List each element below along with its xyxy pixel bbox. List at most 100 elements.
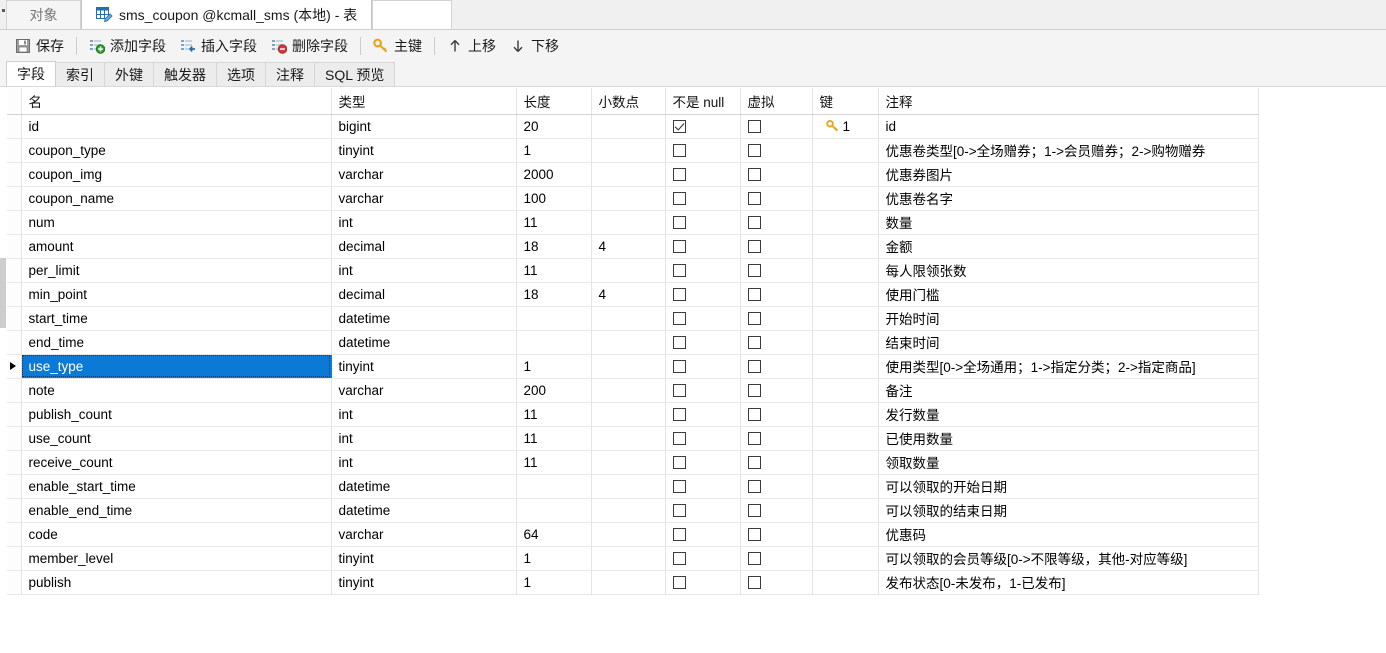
cell-field-name[interactable]: amount: [21, 234, 332, 259]
cell-field-decimals[interactable]: [591, 546, 666, 571]
move-up-button[interactable]: 上移: [440, 34, 503, 58]
cell-field-length[interactable]: 11: [516, 258, 592, 283]
cell-field-decimals[interactable]: [591, 162, 666, 187]
cell-field-type[interactable]: tinyint: [331, 138, 517, 163]
cell-not-null[interactable]: [665, 210, 741, 235]
row-gutter[interactable]: [7, 330, 22, 355]
table-row[interactable]: per_limit int 11 每人限领张数: [7, 258, 1259, 283]
cell-virtual[interactable]: [740, 306, 813, 331]
cell-key[interactable]: [812, 426, 879, 451]
checkbox-unchecked-icon[interactable]: [747, 504, 761, 518]
cell-not-null[interactable]: [665, 378, 741, 403]
cell-virtual[interactable]: [740, 354, 813, 379]
cell-virtual[interactable]: [740, 210, 813, 235]
cell-field-name[interactable]: use_type: [21, 354, 332, 379]
table-row[interactable]: start_time datetime 开始时间: [7, 306, 1259, 331]
cell-field-type[interactable]: decimal: [331, 282, 517, 307]
tab-options[interactable]: 选项: [216, 62, 266, 86]
checkbox-unchecked-icon[interactable]: [747, 480, 761, 494]
primary-key-button[interactable]: 主键: [366, 34, 429, 58]
tab-comment[interactable]: 注释: [265, 62, 315, 86]
tab-objects[interactable]: 对象: [6, 0, 81, 29]
cell-not-null[interactable]: [665, 186, 741, 211]
cell-not-null[interactable]: [665, 570, 741, 595]
cell-key[interactable]: [812, 186, 879, 211]
table-row[interactable]: coupon_img varchar 2000 优惠券图片: [7, 162, 1259, 187]
row-gutter[interactable]: [7, 162, 22, 187]
checkbox-unchecked-icon[interactable]: [672, 336, 686, 350]
cell-field-length[interactable]: [516, 474, 592, 499]
checkbox-unchecked-icon[interactable]: [672, 168, 686, 182]
cell-field-length[interactable]: 1: [516, 354, 592, 379]
cell-field-type[interactable]: varchar: [331, 186, 517, 211]
row-gutter[interactable]: [7, 546, 22, 571]
checkbox-unchecked-icon[interactable]: [747, 552, 761, 566]
cell-field-name[interactable]: min_point: [21, 282, 332, 307]
cell-comment[interactable]: id: [878, 114, 1259, 139]
cell-comment[interactable]: 优惠卷名字: [878, 186, 1259, 211]
checkbox-checked-icon[interactable]: [672, 120, 686, 134]
cell-comment[interactable]: 每人限领张数: [878, 258, 1259, 283]
cell-not-null[interactable]: [665, 450, 741, 475]
save-button[interactable]: 保存: [8, 34, 71, 58]
table-row[interactable]: receive_count int 11 领取数量: [7, 450, 1259, 475]
cell-field-decimals[interactable]: [591, 522, 666, 547]
column-header-name[interactable]: 名: [21, 88, 332, 115]
table-row[interactable]: publish_count int 11 发行数量: [7, 402, 1259, 427]
tab-indexes[interactable]: 索引: [55, 62, 105, 86]
checkbox-unchecked-icon[interactable]: [747, 576, 761, 590]
cell-field-name[interactable]: use_count: [21, 426, 332, 451]
cell-key[interactable]: [812, 522, 879, 547]
cell-virtual[interactable]: [740, 474, 813, 499]
checkbox-unchecked-icon[interactable]: [672, 408, 686, 422]
cell-virtual[interactable]: [740, 426, 813, 451]
cell-field-name[interactable]: receive_count: [21, 450, 332, 475]
table-row[interactable]: publish tinyint 1 发布状态[0-未发布，1-已发布]: [7, 570, 1259, 595]
cell-not-null[interactable]: [665, 546, 741, 571]
table-row[interactable]: member_level tinyint 1 可以领取的会员等级[0->不限等级，其他…: [7, 546, 1259, 571]
cell-field-length[interactable]: 200: [516, 378, 592, 403]
table-row[interactable]: num int 11 数量: [7, 210, 1259, 235]
checkbox-unchecked-icon[interactable]: [747, 144, 761, 158]
checkbox-unchecked-icon[interactable]: [747, 336, 761, 350]
cell-not-null[interactable]: [665, 306, 741, 331]
cell-field-length[interactable]: [516, 498, 592, 523]
tab-foreign-keys[interactable]: 外键: [104, 62, 154, 86]
cell-comment[interactable]: 可以领取的会员等级[0->不限等级，其他-对应等级]: [878, 546, 1259, 571]
cell-field-decimals[interactable]: [591, 498, 666, 523]
cell-field-type[interactable]: tinyint: [331, 354, 517, 379]
cell-not-null[interactable]: [665, 426, 741, 451]
table-row[interactable]: enable_start_time datetime 可以领取的开始日期: [7, 474, 1259, 499]
row-gutter[interactable]: [7, 474, 22, 499]
cell-field-length[interactable]: 2000: [516, 162, 592, 187]
cell-field-decimals[interactable]: [591, 378, 666, 403]
cell-comment[interactable]: 使用门槛: [878, 282, 1259, 307]
checkbox-unchecked-icon[interactable]: [672, 552, 686, 566]
cell-key[interactable]: [812, 162, 879, 187]
cell-field-length[interactable]: 1: [516, 546, 592, 571]
column-header-not-null[interactable]: 不是 null: [665, 88, 741, 115]
checkbox-unchecked-icon[interactable]: [672, 216, 686, 230]
cell-field-name[interactable]: publish: [21, 570, 332, 595]
cell-field-type[interactable]: varchar: [331, 162, 517, 187]
cell-virtual[interactable]: [740, 546, 813, 571]
cell-not-null[interactable]: [665, 474, 741, 499]
row-gutter[interactable]: [7, 210, 22, 235]
cell-key[interactable]: [812, 234, 879, 259]
checkbox-unchecked-icon[interactable]: [747, 240, 761, 254]
checkbox-unchecked-icon[interactable]: [672, 528, 686, 542]
cell-not-null[interactable]: [665, 354, 741, 379]
cell-key[interactable]: 1: [812, 114, 879, 139]
table-row[interactable]: use_count int 11 已使用数量: [7, 426, 1259, 451]
checkbox-unchecked-icon[interactable]: [747, 360, 761, 374]
column-header-decimals[interactable]: 小数点: [591, 88, 666, 115]
row-gutter[interactable]: [7, 378, 22, 403]
cell-virtual[interactable]: [740, 114, 813, 139]
cell-field-length[interactable]: 11: [516, 450, 592, 475]
cell-comment[interactable]: 结束时间: [878, 330, 1259, 355]
cell-field-name[interactable]: coupon_type: [21, 138, 332, 163]
column-header-length[interactable]: 长度: [516, 88, 592, 115]
checkbox-unchecked-icon[interactable]: [672, 312, 686, 326]
row-gutter[interactable]: [7, 522, 22, 547]
checkbox-unchecked-icon[interactable]: [672, 432, 686, 446]
